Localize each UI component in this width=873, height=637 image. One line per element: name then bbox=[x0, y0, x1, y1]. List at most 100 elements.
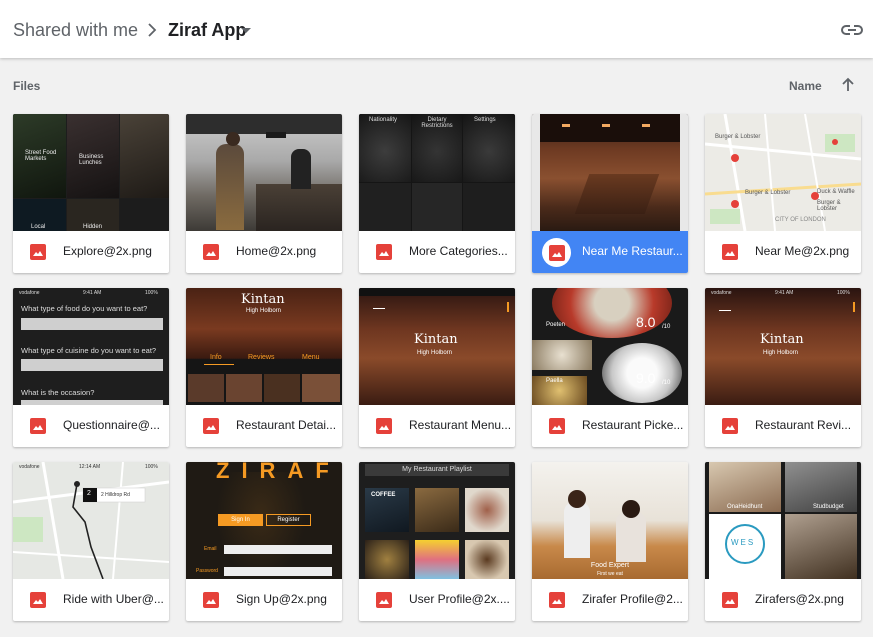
folder-menu-caret-icon[interactable] bbox=[241, 28, 251, 33]
file-name: Restaurant Detai... bbox=[236, 418, 337, 432]
file-card[interactable]: Kintan High Holborn Info Reviews Menu Re… bbox=[186, 288, 342, 447]
file-card[interactable]: vodafone 9:41 AM 100% Kintan High Holbor… bbox=[705, 288, 861, 447]
image-file-icon bbox=[722, 418, 738, 434]
thumb-text: Paella bbox=[546, 378, 563, 384]
arrow-up-icon[interactable] bbox=[840, 76, 856, 94]
file-name: Zirafers@2x.png bbox=[755, 592, 844, 606]
thumb-title: Kintan bbox=[760, 332, 804, 347]
file-thumbnail: Food Expert First we eat bbox=[532, 462, 688, 579]
status-bar-text: vodafone bbox=[19, 290, 40, 296]
thumb-text: Sign In bbox=[218, 514, 263, 526]
thumb-text: Food Expert bbox=[590, 562, 630, 569]
file-thumbnail: vodafone 12:14 AM 100% 2 2 Hilldrop Rd bbox=[13, 462, 169, 579]
file-card[interactable]: My Restaurant Playlist COFFEE User Profi… bbox=[359, 462, 515, 621]
file-thumbnail: ZIRAF Sign In Register Email Password bbox=[186, 462, 342, 579]
image-file-icon bbox=[203, 244, 219, 260]
file-card[interactable]: ZIRAF Sign In Register Email Password Si… bbox=[186, 462, 342, 621]
thumb-text: What type of cuisine do you want to eat? bbox=[21, 346, 157, 355]
thumb-text: OnaHeidhunt bbox=[727, 504, 763, 510]
file-meta: Zirafer Profile@2... bbox=[532, 579, 688, 621]
thumb-text: 9.0 bbox=[636, 370, 656, 386]
image-file-icon bbox=[549, 418, 565, 434]
thumb-title: Kintan bbox=[414, 332, 458, 347]
image-file-icon bbox=[203, 418, 219, 434]
thumb-text: Password bbox=[196, 568, 218, 574]
file-card-selected[interactable]: Near Me Restaur... bbox=[532, 114, 688, 273]
thumb-text: First we eat bbox=[597, 571, 623, 577]
file-card[interactable]: OnaHeidhunt Studbudget WES Zirafers@2x.p… bbox=[705, 462, 861, 621]
thumb-text: Reviews bbox=[248, 354, 275, 361]
status-bar-text: 100% bbox=[145, 290, 158, 296]
thumb-text: High Holborn bbox=[763, 350, 799, 356]
thumb-text: Burger & Lobster bbox=[715, 134, 761, 140]
file-name: Sign Up@2x.png bbox=[236, 592, 327, 606]
file-thumbnail: vodafone 9:41 AM 100% Kintan High Holbor… bbox=[705, 288, 861, 405]
current-folder-title[interactable]: Ziraf App bbox=[168, 20, 246, 41]
file-name: Restaurant Revi... bbox=[755, 418, 852, 432]
thumb-text: Street Food Markets bbox=[25, 150, 57, 162]
thumb-text: Register bbox=[266, 514, 311, 526]
thumb-text: Email bbox=[204, 546, 217, 552]
file-card[interactable]: Food Expert First we eat Zirafer Profile… bbox=[532, 462, 688, 621]
map-thumbnail bbox=[705, 114, 861, 231]
file-meta: Home@2x.png bbox=[186, 231, 342, 273]
chevron-right-icon bbox=[148, 23, 157, 37]
status-bar-text: vodafone bbox=[711, 290, 732, 296]
image-file-icon bbox=[722, 592, 738, 608]
file-name: Home@2x.png bbox=[236, 244, 317, 258]
file-name: Explore@2x.png bbox=[63, 244, 152, 258]
file-card[interactable]: Home@2x.png bbox=[186, 114, 342, 273]
image-file-icon bbox=[30, 244, 46, 260]
file-card[interactable]: vodafone 9:41 AM 100% What type of food … bbox=[13, 288, 169, 447]
image-file-icon bbox=[30, 418, 46, 434]
link-icon[interactable] bbox=[839, 19, 865, 41]
file-meta: Near Me@2x.png bbox=[705, 231, 861, 273]
file-card[interactable]: Nationality Dietary Restrictions Setting… bbox=[359, 114, 515, 273]
thumb-text: WES bbox=[731, 538, 756, 547]
file-card[interactable]: Street Food Markets Business Lunches Loc… bbox=[13, 114, 169, 273]
file-name: Questionnaire@... bbox=[63, 418, 160, 432]
file-meta: Ride with Uber@... bbox=[13, 579, 169, 621]
file-name: Zirafer Profile@2... bbox=[582, 592, 683, 606]
file-card[interactable]: Kintan High Holborn Restaurant Menu... bbox=[359, 288, 515, 447]
file-card[interactable]: Poeten 8.0 /10 Paella 9.0 /10 Restaurant… bbox=[532, 288, 688, 447]
status-bar-text: 100% bbox=[837, 290, 850, 296]
file-meta: Explore@2x.png bbox=[13, 231, 169, 273]
thumb-text: Info bbox=[210, 354, 222, 361]
thumb-text: 2 bbox=[87, 490, 91, 497]
file-card[interactable]: vodafone 12:14 AM 100% 2 2 Hilldrop Rd R… bbox=[13, 462, 169, 621]
thumb-text: COFFEE bbox=[371, 492, 396, 498]
image-file-icon bbox=[376, 418, 392, 434]
file-meta: Questionnaire@... bbox=[13, 405, 169, 447]
file-thumbnail: My Restaurant Playlist COFFEE bbox=[359, 462, 515, 579]
top-bar: Shared with me Ziraf App bbox=[0, 0, 873, 58]
file-thumbnail: Kintan High Holborn bbox=[359, 288, 515, 405]
file-meta: User Profile@2x.... bbox=[359, 579, 515, 621]
file-meta: Restaurant Picke... bbox=[532, 405, 688, 447]
file-thumbnail: Street Food Markets Business Lunches Loc… bbox=[13, 114, 169, 231]
thumb-text: My Restaurant Playlist bbox=[365, 464, 509, 476]
thumb-text: What is the occasion? bbox=[21, 388, 95, 397]
breadcrumb-root[interactable]: Shared with me bbox=[13, 20, 138, 41]
file-meta: Restaurant Revi... bbox=[705, 405, 861, 447]
file-card[interactable]: Burger & Lobster Burger & Lobster Burger… bbox=[705, 114, 861, 273]
file-thumbnail bbox=[532, 114, 688, 231]
status-bar-text: 12:14 AM bbox=[79, 464, 101, 470]
thumb-text: Duck & Waffle bbox=[817, 189, 855, 195]
file-meta: Restaurant Detai... bbox=[186, 405, 342, 447]
file-meta: More Categories... bbox=[359, 231, 515, 273]
file-meta: Restaurant Menu... bbox=[359, 405, 515, 447]
image-file-icon bbox=[376, 244, 392, 260]
file-name: Near Me@2x.png bbox=[755, 244, 850, 258]
image-file-icon bbox=[722, 244, 738, 260]
file-name: User Profile@2x.... bbox=[409, 592, 510, 606]
sort-by-name-button[interactable]: Name bbox=[789, 79, 822, 93]
file-thumbnail: Poeten 8.0 /10 Paella 9.0 /10 bbox=[532, 288, 688, 405]
thumb-text: Menu bbox=[302, 354, 320, 361]
file-name: Restaurant Picke... bbox=[582, 418, 684, 432]
files-section-label: Files bbox=[13, 79, 41, 93]
thumb-logo: ZIRAF bbox=[216, 462, 341, 483]
file-thumbnail: OnaHeidhunt Studbudget WES bbox=[705, 462, 861, 579]
map-thumbnail bbox=[13, 462, 169, 579]
file-meta: Sign Up@2x.png bbox=[186, 579, 342, 621]
